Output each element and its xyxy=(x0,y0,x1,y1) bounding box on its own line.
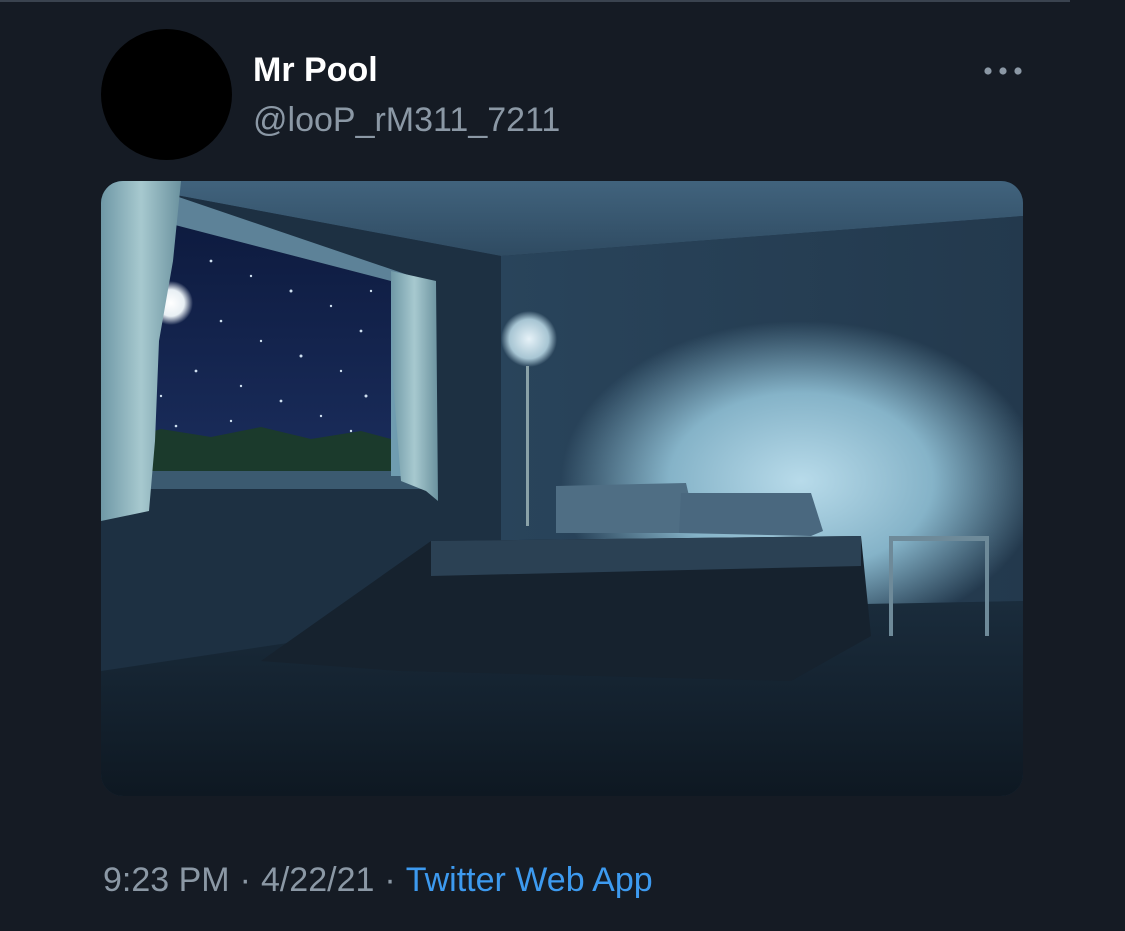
author-handle[interactable]: @looP_rM311_7211 xyxy=(253,98,560,142)
meta-separator: · xyxy=(239,861,251,899)
tweet-date[interactable]: 4/22/21 xyxy=(261,861,374,899)
tweet-source-link[interactable]: Twitter Web App xyxy=(406,861,653,899)
more-horizontal-icon xyxy=(984,67,1022,75)
tweet-time[interactable]: 9:23 PM xyxy=(103,861,230,899)
tweet-metadata: 9:23 PM · 4/22/21 · Twitter Web App xyxy=(103,858,653,902)
tweet-media-image[interactable] xyxy=(101,181,1023,796)
meta-separator: · xyxy=(384,861,396,899)
top-divider xyxy=(0,0,1070,2)
avatar[interactable] xyxy=(101,29,232,160)
more-options-button[interactable] xyxy=(976,54,1030,88)
author-display-name[interactable]: Mr Pool xyxy=(253,48,378,92)
